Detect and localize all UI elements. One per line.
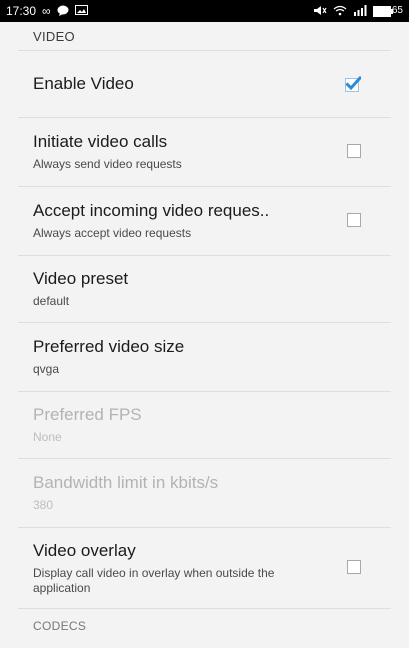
pref-initiate-video-calls[interactable]: Initiate video calls Always send video r… — [0, 118, 409, 186]
pref-title: Preferred video size — [33, 337, 185, 356]
video-overlay-checkbox[interactable] — [347, 560, 361, 574]
pref-summary: 380 — [33, 498, 54, 512]
pref-preferred-video-size[interactable]: Preferred video size qvga — [0, 323, 409, 391]
pref-enable-video[interactable]: Enable Video — [0, 51, 409, 117]
pref-summary: Display call video in overlay when outsi… — [33, 565, 275, 595]
pref-summary: default — [33, 294, 70, 308]
image-icon — [74, 5, 88, 17]
wifi-icon — [333, 5, 347, 18]
video-section-header: VIDEO — [33, 28, 75, 44]
pref-summary: None — [33, 430, 62, 444]
battery-icon: 65 — [372, 5, 403, 17]
status-bar-right: 65 — [313, 4, 403, 18]
pref-title: Enable Video — [33, 74, 134, 93]
mute-icon — [313, 5, 327, 18]
battery-level: 65 — [391, 5, 403, 16]
pref-title: Accept incoming video reques.. — [33, 201, 270, 220]
pref-summary: qvga — [33, 362, 60, 376]
chat-bubble-icon — [57, 5, 69, 18]
pref-video-overlay[interactable]: Video overlay Display call video in over… — [0, 528, 409, 608]
status-bar-left: 17:30 ∞ — [6, 4, 88, 18]
codecs-section-header: CODECS — [33, 619, 87, 633]
enable-video-checkbox[interactable] — [345, 76, 361, 92]
status-bar: 17:30 ∞ 65 — [0, 0, 409, 22]
infinity-icon: ∞ — [42, 4, 51, 18]
pref-title: Video overlay — [33, 540, 136, 560]
accept-incoming-video-checkbox[interactable] — [347, 213, 361, 227]
initiate-video-calls-checkbox[interactable] — [347, 144, 361, 158]
pref-accept-incoming-video[interactable]: Accept incoming video reques.. Always ac… — [0, 187, 409, 255]
pref-title: Preferred FPS — [33, 405, 142, 424]
pref-title: Video preset — [33, 269, 129, 288]
pref-video-preset[interactable]: Video preset default — [0, 256, 409, 322]
pref-title: Initiate video calls — [33, 132, 168, 151]
pref-summary: Always send video requests — [33, 157, 182, 171]
pref-bandwidth-limit: Bandwidth limit in kbits/s 380 — [0, 459, 409, 527]
status-time: 17:30 — [6, 4, 37, 18]
pref-summary: Always accept video requests — [33, 226, 192, 240]
signal-icon — [353, 4, 367, 18]
pref-preferred-fps: Preferred FPS None — [0, 392, 409, 458]
pref-title: Bandwidth limit in kbits/s — [33, 473, 219, 492]
